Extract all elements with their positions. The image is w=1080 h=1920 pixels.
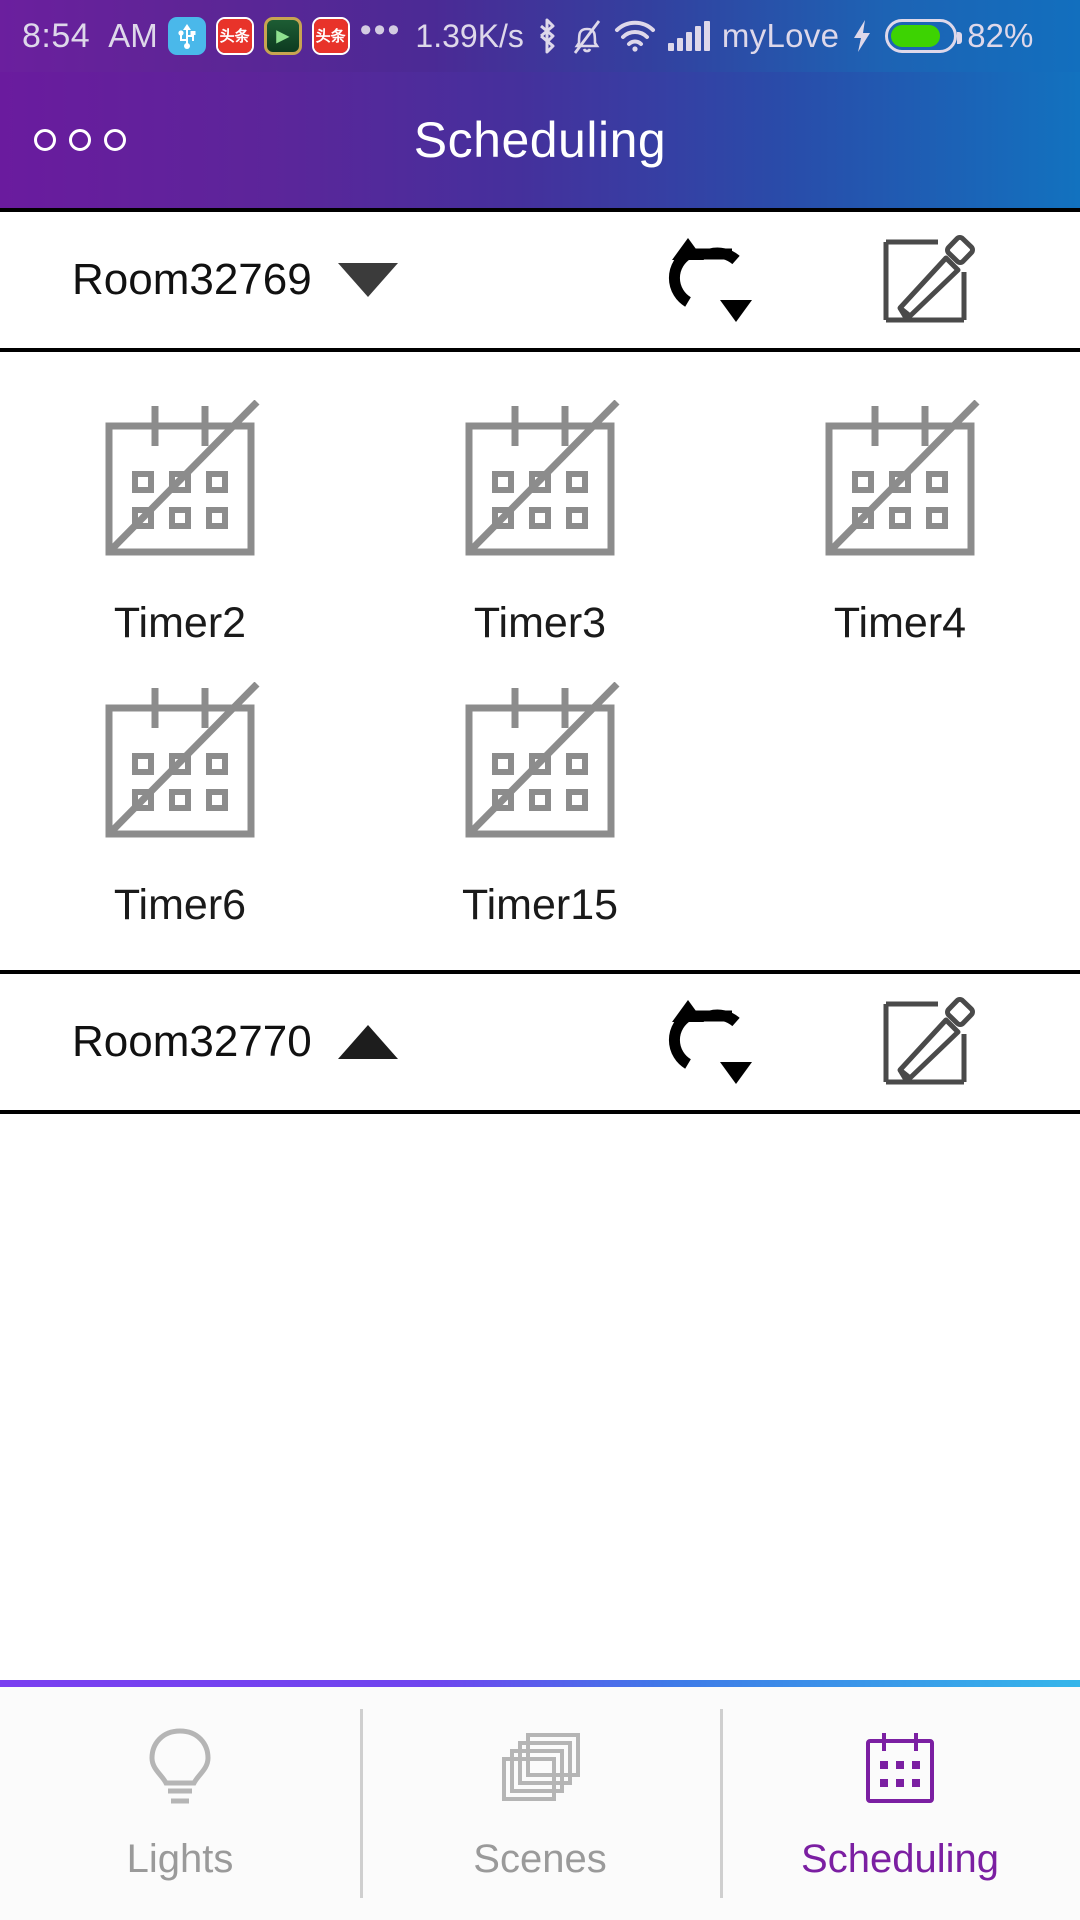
cellular-signal-icon: [666, 19, 712, 53]
timer-item[interactable]: Timer6: [0, 662, 360, 944]
menu-button[interactable]: [34, 129, 126, 151]
tab-scenes[interactable]: Scenes: [360, 1687, 720, 1920]
network-speed-text: 1.39K/s: [415, 17, 524, 54]
sync-button[interactable]: [658, 992, 766, 1093]
wifi-icon: [614, 19, 656, 53]
sync-button[interactable]: [658, 230, 766, 331]
menu-dot-2: [69, 129, 91, 151]
timer-label: Timer6: [113, 881, 247, 929]
timer-grid-section: Timer2 Timer3 Timer4 Timer6 Timer15: [0, 352, 1080, 974]
bluetooth-icon: [534, 16, 560, 56]
status-ampm: AM: [108, 17, 158, 54]
nav-accent-line: [0, 1680, 1080, 1687]
charging-bolt-icon: [849, 18, 875, 54]
media-player-app-icon: ▶: [263, 17, 302, 55]
menu-dot-1: [34, 129, 56, 151]
tab-label: Scheduling: [801, 1837, 999, 1881]
menu-dot-3: [104, 129, 126, 151]
toutiao-app-icon-2: 头条: [311, 17, 350, 55]
calendar-disabled-icon: [457, 399, 623, 565]
calendar-disabled-icon: [97, 681, 263, 847]
carrier-name: myLove: [721, 17, 840, 54]
app-header: Scheduling: [0, 72, 1080, 212]
timer-label: Timer4: [833, 599, 967, 647]
timer-label: Timer15: [461, 881, 619, 929]
room-name: Room32769: [72, 255, 312, 304]
room-name: Room32770: [72, 1017, 312, 1066]
page-title: Scheduling: [413, 112, 667, 168]
status-overflow-dots: •••: [359, 11, 402, 49]
calendar-disabled-icon: [817, 399, 983, 565]
timer-item[interactable]: Timer4: [720, 380, 1080, 662]
timer-label: Timer2: [113, 599, 247, 647]
status-bar: 8:54 AM 头条 ▶ 头条 ••• 1.39K/s myLove 82%: [0, 0, 1080, 72]
timer-label: Timer3: [473, 599, 607, 647]
silent-bell-icon: [570, 16, 604, 56]
layers-icon: [494, 1725, 586, 1811]
toutiao-app-icon: 头条: [215, 17, 254, 55]
battery-icon: [885, 19, 963, 53]
tab-label: Scenes: [473, 1837, 607, 1881]
timer-item[interactable]: Timer15: [360, 662, 720, 944]
edit-button[interactable]: [876, 228, 980, 333]
calendar-icon: [860, 1725, 940, 1811]
status-time: 8:54: [22, 16, 91, 55]
chevron-up-icon[interactable]: [337, 1025, 398, 1059]
usb-icon: [167, 17, 206, 55]
room-header-row[interactable]: Room32769: [0, 212, 1080, 352]
calendar-disabled-icon: [97, 399, 263, 565]
timer-item[interactable]: Timer2: [0, 380, 360, 662]
room-header-row[interactable]: Room32770: [0, 974, 1080, 1114]
nav-tabs: Lights Scenes Scheduling: [0, 1687, 1080, 1920]
timer-item[interactable]: Timer3: [360, 380, 720, 662]
edit-button[interactable]: [876, 990, 980, 1095]
chevron-down-icon[interactable]: [337, 263, 398, 297]
lightbulb-icon: [142, 1725, 218, 1811]
battery-percent: 82%: [967, 17, 1034, 54]
tab-lights[interactable]: Lights: [0, 1687, 360, 1920]
timer-grid: Timer2 Timer3 Timer4 Timer6 Timer15: [0, 380, 1080, 944]
calendar-disabled-icon: [457, 681, 623, 847]
bottom-navigation: Lights Scenes Scheduling: [0, 1680, 1080, 1920]
tab-label: Lights: [126, 1837, 234, 1881]
tab-scheduling[interactable]: Scheduling: [720, 1687, 1080, 1920]
